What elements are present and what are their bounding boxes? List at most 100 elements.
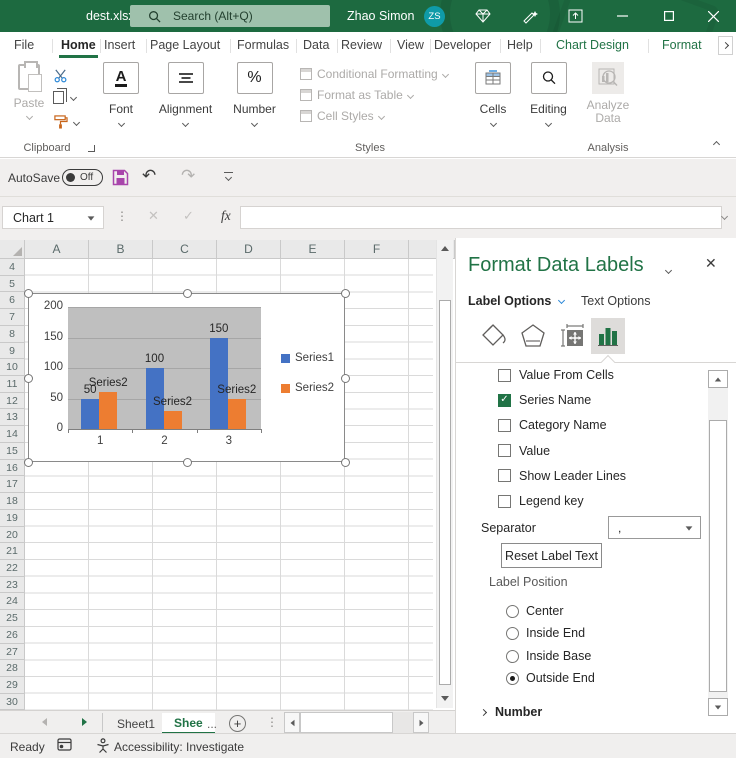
column-header-B[interactable]: B bbox=[89, 240, 153, 259]
radio-inside-base[interactable]: Inside Base bbox=[506, 648, 591, 664]
tab-formulas[interactable]: Formulas bbox=[237, 38, 289, 52]
column-header-E[interactable]: E bbox=[281, 240, 345, 259]
size-properties-icon[interactable] bbox=[559, 322, 587, 350]
tab-text-options[interactable]: Text Options bbox=[581, 294, 650, 308]
ribbon-display-options-icon[interactable] bbox=[566, 7, 584, 25]
pen-sparkle-icon[interactable] bbox=[521, 7, 539, 25]
chart-selection-handle[interactable] bbox=[24, 289, 33, 298]
tab-developer[interactable]: Developer bbox=[434, 38, 491, 52]
checkbox-unchecked-icon[interactable] bbox=[498, 469, 511, 482]
radio-outside-end[interactable]: Outside End bbox=[506, 670, 595, 686]
pane-close-button[interactable]: ✕ bbox=[705, 255, 717, 272]
cut-button[interactable] bbox=[53, 68, 68, 83]
tab-bar-grip[interactable]: ⋮ bbox=[266, 715, 278, 729]
reset-label-text-button[interactable]: Reset Label Text bbox=[501, 543, 602, 568]
format-painter-button[interactable] bbox=[53, 115, 79, 129]
tab-chart-design[interactable]: Chart Design bbox=[556, 38, 629, 52]
data-label-series1-cat2[interactable]: 100 bbox=[125, 353, 185, 365]
accessibility-status[interactable]: Accessibility: Investigate bbox=[114, 740, 244, 754]
tab-insert[interactable]: Insert bbox=[104, 38, 135, 52]
scroll-right-button[interactable] bbox=[413, 712, 429, 733]
fill-line-icon[interactable] bbox=[479, 322, 507, 350]
checkbox-unchecked-icon[interactable] bbox=[498, 444, 511, 457]
column-header-C[interactable]: C bbox=[153, 240, 217, 259]
row-header-7[interactable]: 7 bbox=[0, 309, 25, 326]
horizontal-scrollbar-track[interactable] bbox=[393, 712, 413, 733]
paste-button[interactable]: Paste bbox=[12, 64, 46, 119]
new-sheet-button[interactable]: + bbox=[229, 715, 246, 732]
bar-series2-cat2[interactable] bbox=[164, 411, 182, 429]
bar-series2-cat1[interactable] bbox=[99, 392, 117, 429]
row-header-14[interactable]: 14 bbox=[0, 426, 25, 443]
label-options-icon-selected[interactable] bbox=[591, 318, 625, 354]
row-header-21[interactable]: 21 bbox=[0, 543, 25, 560]
avatar[interactable]: ZS bbox=[424, 6, 445, 27]
row-header-28[interactable]: 28 bbox=[0, 660, 25, 677]
row-header-10[interactable]: 10 bbox=[0, 359, 25, 376]
customize-qat-button[interactable] bbox=[224, 172, 233, 180]
row-header-11[interactable]: 11 bbox=[0, 376, 25, 393]
tab-review[interactable]: Review bbox=[341, 38, 382, 52]
checkbox-show-leader-lines[interactable]: Show Leader Lines bbox=[498, 466, 626, 486]
row-header-4[interactable]: 4 bbox=[0, 259, 25, 276]
tab-label-options[interactable]: Label Options bbox=[468, 294, 564, 308]
select-all-corner[interactable] bbox=[0, 240, 25, 259]
embedded-chart[interactable]: 05010015020012350100150Series2Series2Ser… bbox=[28, 293, 345, 462]
row-header-16[interactable]: 16 bbox=[0, 460, 25, 477]
scrollbar-thumb[interactable] bbox=[709, 420, 727, 692]
tab-view[interactable]: View bbox=[397, 38, 424, 52]
legend-item-series1[interactable]: Series1 bbox=[281, 352, 334, 364]
legend-item-series2[interactable]: Series2 bbox=[281, 382, 334, 394]
row-header-29[interactable]: 29 bbox=[0, 677, 25, 694]
sheet-tab-sheet1[interactable]: Sheet1 bbox=[105, 713, 167, 734]
row-header-24[interactable]: 24 bbox=[0, 593, 25, 610]
data-label-series2-cat1[interactable]: Series2 bbox=[78, 377, 138, 389]
scroll-up-icon[interactable] bbox=[441, 246, 449, 251]
worksheet-vertical-scrollbar[interactable] bbox=[436, 240, 453, 708]
chart-selection-handle[interactable] bbox=[341, 374, 350, 383]
checkbox-unchecked-icon[interactable] bbox=[498, 495, 511, 508]
chart-selection-handle[interactable] bbox=[24, 374, 33, 383]
minimize-button[interactable] bbox=[602, 0, 642, 32]
row-header-20[interactable]: 20 bbox=[0, 527, 25, 544]
row-header-5[interactable]: 5 bbox=[0, 276, 25, 293]
row-header-23[interactable]: 23 bbox=[0, 577, 25, 594]
chart-selection-handle[interactable] bbox=[341, 458, 350, 467]
checkbox-category-name[interactable]: Category Name bbox=[498, 415, 607, 435]
row-header-13[interactable]: 13 bbox=[0, 409, 25, 426]
pane-options-chevron-icon[interactable] bbox=[665, 267, 672, 274]
copy-button[interactable] bbox=[53, 91, 76, 104]
row-header-15[interactable]: 15 bbox=[0, 443, 25, 460]
tab-page-layout[interactable]: Page Layout bbox=[150, 38, 220, 52]
formula-bar-grip[interactable]: ⋮ bbox=[116, 209, 128, 223]
maximize-button[interactable] bbox=[649, 0, 689, 32]
chart-selection-handle[interactable] bbox=[24, 458, 33, 467]
checkbox-value-from-cells[interactable]: Value From Cells bbox=[498, 365, 614, 385]
row-header-9[interactable]: 9 bbox=[0, 343, 25, 360]
alignment-group-button[interactable]: Alignment bbox=[148, 62, 223, 126]
column-header-F[interactable]: F bbox=[345, 240, 409, 259]
checkbox-series-name[interactable]: ✓Series Name bbox=[498, 390, 591, 410]
radio-selected-icon[interactable] bbox=[506, 672, 519, 685]
font-group-button[interactable]: A Font bbox=[94, 62, 148, 126]
tab-overflow-button[interactable] bbox=[718, 36, 733, 55]
radio-inside-end[interactable]: Inside End bbox=[506, 625, 585, 641]
collapse-ribbon-button[interactable] bbox=[713, 141, 720, 148]
tab-format[interactable]: Format bbox=[662, 38, 702, 52]
row-header-18[interactable]: 18 bbox=[0, 493, 25, 510]
radio-unselected-icon[interactable] bbox=[506, 605, 519, 618]
row-header-22[interactable]: 22 bbox=[0, 560, 25, 577]
editing-group-button[interactable]: Editing bbox=[521, 62, 576, 126]
next-sheet-icon[interactable] bbox=[82, 718, 87, 726]
tab-data[interactable]: Data bbox=[303, 38, 329, 52]
insert-function-button[interactable]: fx bbox=[221, 208, 231, 224]
close-button[interactable] bbox=[693, 0, 733, 32]
checkbox-value[interactable]: Value bbox=[498, 441, 550, 461]
scroll-down-button[interactable] bbox=[708, 698, 728, 716]
name-box[interactable]: Chart 1 bbox=[2, 206, 104, 229]
radio-unselected-icon[interactable] bbox=[506, 650, 519, 663]
row-header-30[interactable]: 30 bbox=[0, 694, 25, 710]
radio-unselected-icon[interactable] bbox=[506, 627, 519, 640]
chart-selection-handle[interactable] bbox=[183, 289, 192, 298]
data-label-series2-cat2[interactable]: Series2 bbox=[143, 396, 203, 408]
